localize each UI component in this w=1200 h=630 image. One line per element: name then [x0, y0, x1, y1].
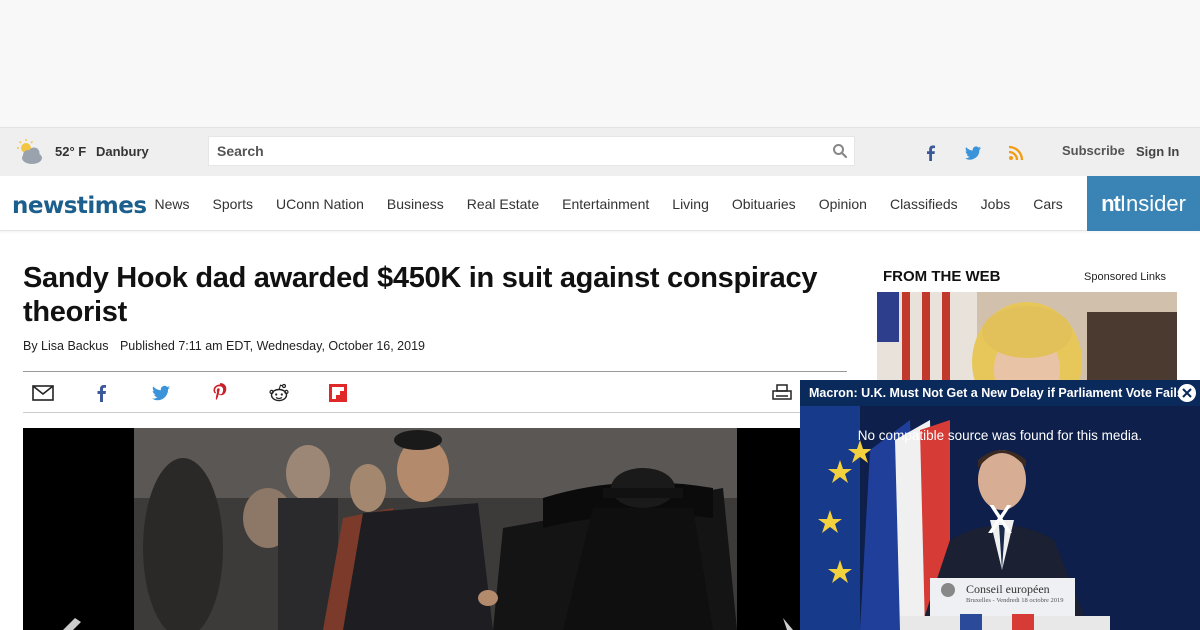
video-dismiss-x[interactable]: X [987, 498, 1013, 542]
facebook-icon[interactable] [91, 383, 113, 403]
article-headline: Sandy Hook dad awarded $450K in suit aga… [23, 262, 818, 328]
weather-temperature[interactable]: 52° F [55, 144, 86, 159]
nav-item-news[interactable]: News [143, 196, 201, 212]
author[interactable]: By Lisa Backus [23, 339, 108, 353]
sponsored-links-label[interactable]: Sponsored Links [1084, 271, 1166, 283]
twitter-icon[interactable] [963, 143, 983, 163]
site-logo[interactable]: newstimes [12, 193, 147, 219]
pinterest-icon[interactable] [209, 383, 231, 403]
nav-item-cars[interactable]: Cars [1022, 196, 1075, 212]
video-title[interactable]: Macron: U.K. Must Not Get a New Delay if… [800, 380, 1200, 406]
article-photo[interactable] [23, 428, 803, 630]
search-icon[interactable] [832, 143, 848, 159]
nav-item-obituaries[interactable]: Obituaries [720, 196, 807, 212]
partly-cloudy-icon [17, 139, 42, 164]
facebook-icon[interactable] [921, 143, 941, 163]
nav-item-business[interactable]: Business [375, 196, 455, 212]
ad-banner-space [0, 0, 1200, 127]
video-close-button[interactable] [1178, 384, 1196, 402]
weather-city[interactable]: Danbury [96, 144, 149, 159]
nav-item-sports[interactable]: Sports [201, 196, 264, 212]
twitter-icon[interactable] [150, 383, 172, 403]
reddit-icon[interactable] [268, 383, 290, 403]
article-byline: By Lisa Backus Published 7:11 am EDT, We… [23, 339, 425, 353]
nav-item-real-estate[interactable]: Real Estate [455, 196, 550, 212]
subscribe-link[interactable]: Subscribe [1062, 143, 1125, 158]
sponsored-image[interactable] [877, 292, 1177, 382]
rss-icon[interactable] [1006, 143, 1026, 163]
sidebar-heading: FROM THE WEB [883, 268, 1001, 285]
sign-in-link[interactable]: Sign In [1136, 144, 1179, 159]
flipboard-icon[interactable] [327, 383, 349, 403]
print-icon[interactable] [771, 383, 793, 403]
nav-items: News Sports UConn Nation Business Real E… [143, 176, 1074, 231]
close-icon [1182, 388, 1192, 398]
nav-item-living[interactable]: Living [661, 196, 721, 212]
utility-bar: 52° F Danbury Subscribe Sign In [0, 127, 1200, 176]
podium-subtitle: Bruxelles - Vendredi 18 octobre 2019 [966, 597, 1064, 604]
nt-insider-button[interactable]: nt Insider [1087, 176, 1200, 231]
video-player[interactable]: Macron: U.K. Must Not Get a New Delay if… [800, 380, 1200, 630]
nav-item-opinion[interactable]: Opinion [807, 196, 878, 212]
nt-insider-prefix: nt [1101, 190, 1121, 216]
nav-item-jobs[interactable]: Jobs [969, 196, 1022, 212]
share-bar [23, 371, 847, 413]
main-navigation: newstimes News Sports UConn Nation Busin… [0, 176, 1200, 231]
sponsored-photo [877, 292, 1177, 382]
funeral-photo [23, 428, 803, 630]
nav-item-entertainment[interactable]: Entertainment [551, 196, 661, 212]
search-input[interactable] [209, 137, 809, 165]
nav-item-classifieds[interactable]: Classifieds [878, 196, 969, 212]
podium-title: Conseil européen [966, 582, 1050, 596]
publish-date: Published 7:11 am EDT, Wednesday, Octobe… [119, 339, 425, 353]
video-error-message: No compatible source was found for this … [857, 428, 1143, 443]
nav-item-uconn-nation[interactable]: UConn Nation [264, 196, 375, 212]
email-icon[interactable] [32, 383, 54, 403]
search-box [208, 136, 855, 166]
nt-insider-suffix: Insider [1119, 190, 1186, 216]
